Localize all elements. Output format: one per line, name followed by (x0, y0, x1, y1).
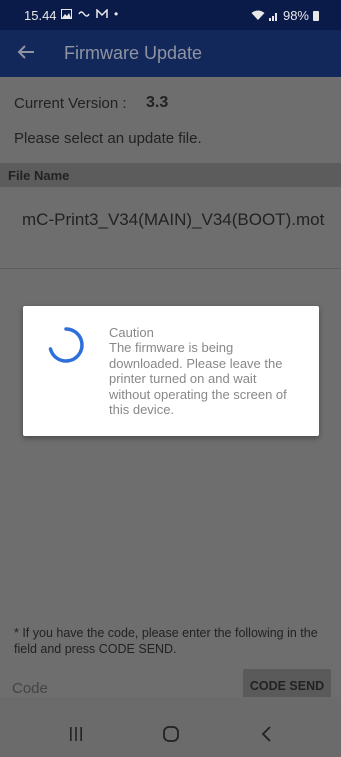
wifi-icon (251, 10, 265, 20)
current-version-label: Current Version : (14, 95, 127, 112)
dialog-message: The firmware is being downloaded. Please… (109, 340, 287, 417)
battery-text: 98% (282, 8, 309, 23)
page-title: Firmware Update (64, 43, 203, 63)
app-bar: Firmware Update (0, 30, 341, 77)
status-right: 98% (251, 8, 319, 23)
file-list-item[interactable]: mC-Print3_V34(MAIN)_V34(BOOT).mot (22, 207, 327, 232)
battery-icon (313, 10, 319, 21)
image-icon (61, 9, 72, 19)
back-nav-button[interactable] (252, 723, 282, 745)
current-version-value: 3.3 (146, 94, 169, 111)
status-time: 15.44 (24, 8, 57, 23)
home-button[interactable] (156, 723, 186, 745)
file-name-column: File Name (8, 168, 70, 183)
caution-dialog: Caution The firmware is being downloaded… (23, 306, 319, 436)
mail-icon (96, 9, 108, 18)
recents-button[interactable] (61, 723, 91, 745)
select-file-message: Please select an update file. (14, 130, 202, 147)
file-list-header: File Name (0, 163, 341, 187)
back-chevron-icon (261, 726, 271, 742)
dot-icon: • (114, 7, 119, 21)
link-icon (78, 11, 90, 17)
signal-icon (268, 12, 277, 21)
dialog-title: Caution (109, 325, 154, 340)
recents-icon (70, 727, 82, 741)
back-arrow-icon[interactable] (14, 40, 38, 64)
home-icon (163, 726, 179, 742)
divider (0, 268, 341, 269)
notification-icons: • (61, 7, 118, 21)
status-bar: 15.44 • 98% (0, 0, 341, 30)
system-nav-bar (0, 697, 341, 757)
code-instructions: * If you have the code, please enter the… (14, 626, 318, 656)
loading-spinner-icon (48, 327, 84, 363)
